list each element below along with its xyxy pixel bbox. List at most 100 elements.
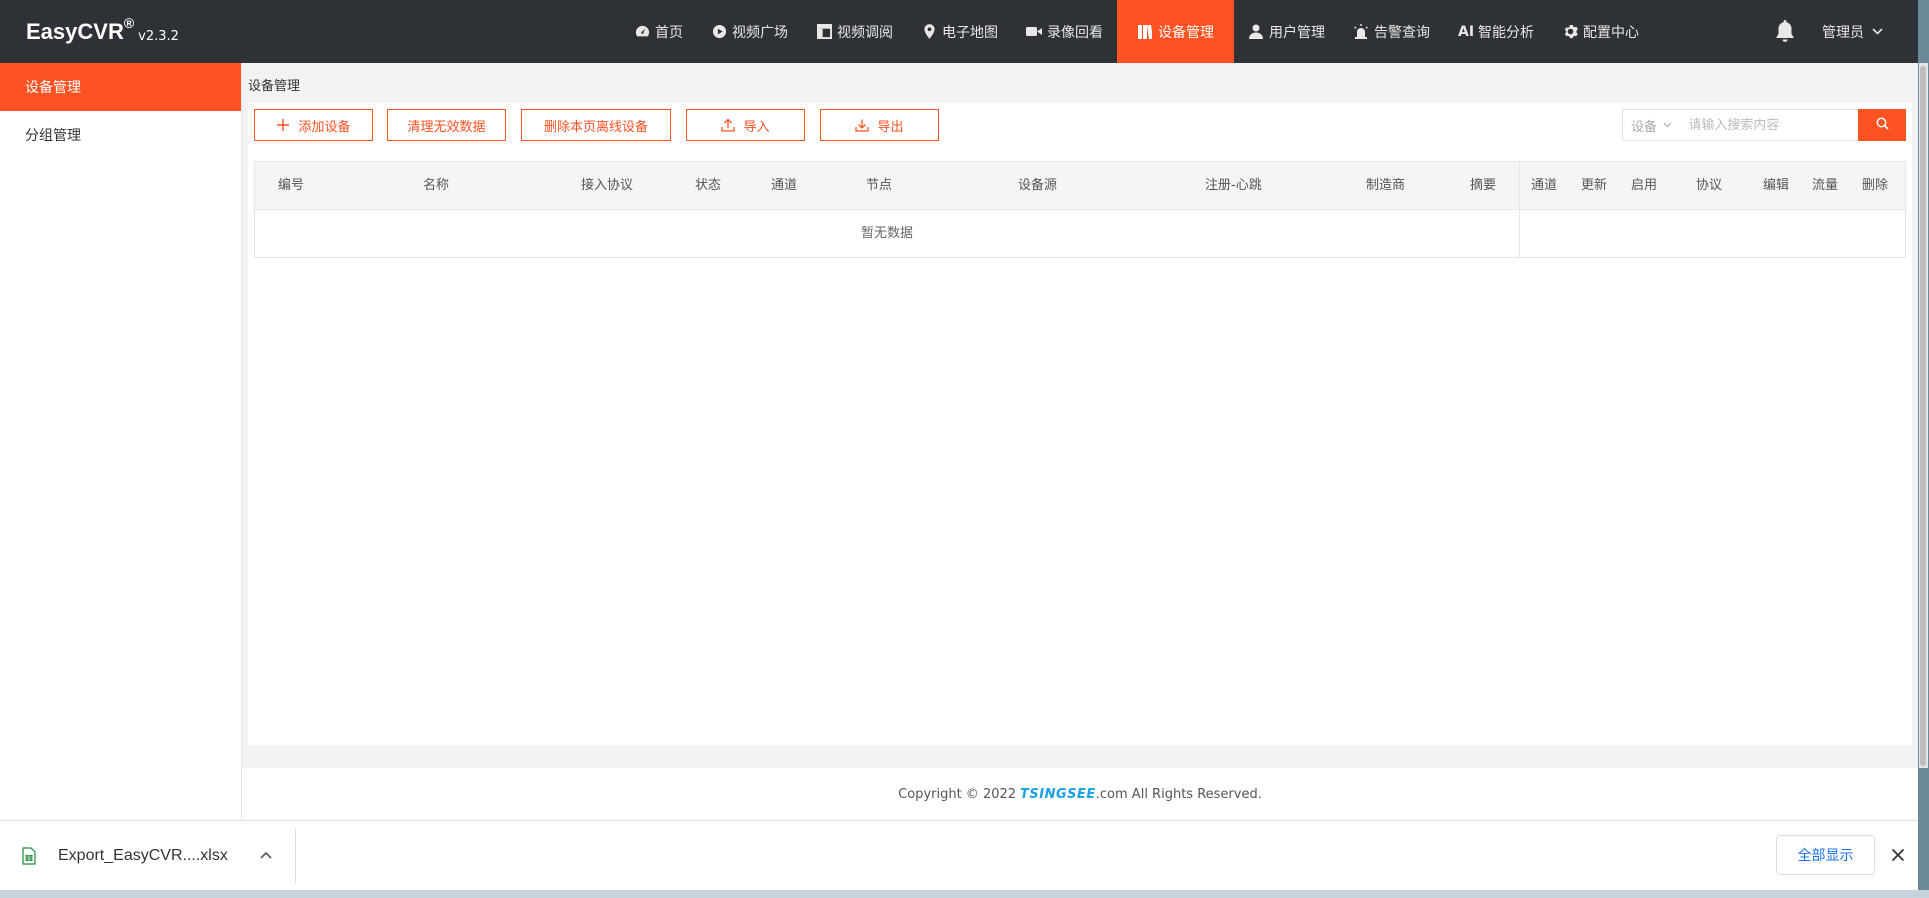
nav-label: 视频广场 [732,24,788,41]
chevron-down-icon [1872,25,1883,38]
device-panel: 添加设备 清理无效数据 删除本页离线设备 导入 导出 设备 请输入搜索内容 编号… [248,103,1912,745]
sidebar-item-group-management[interactable]: 分组管理 [0,111,241,159]
column-header-status[interactable]: 状态 [695,162,721,210]
video-camera-icon [1026,24,1042,40]
table-header: 编号 名称 接入协议 状态 通道 节点 设备源 注册-心跳 制造商 摘要 通道 … [255,162,1905,210]
nav-label: 录像回看 [1047,24,1103,41]
chevron-down-icon [1663,120,1672,131]
user-menu[interactable]: 管理员 [1822,0,1883,63]
nav-item-device-management[interactable]: 设备管理 [1117,0,1234,63]
column-header-id[interactable]: 编号 [278,162,304,210]
nav-item-playback[interactable]: 录像回看 [1012,0,1117,63]
import-button[interactable]: 导入 [686,109,805,141]
bell-icon[interactable] [1775,20,1797,42]
fixed-columns-divider [1519,162,1520,257]
device-columns-icon [1137,24,1153,40]
button-label: 添加设备 [298,119,351,135]
main-content: 设备管理 添加设备 清理无效数据 删除本页离线设备 导入 导出 设备 请输入搜索… [242,63,1918,768]
close-icon[interactable] [1886,843,1910,867]
spreadsheet-file-icon [22,847,36,865]
nav-label: 告警查询 [1374,24,1430,41]
table-empty-text: 暂无数据 [860,226,913,241]
nav-item-ai-analysis[interactable]: AI 智能分析 [1444,0,1548,63]
alarm-icon [1353,24,1369,40]
search-input[interactable] [1684,110,1859,140]
device-table: 编号 名称 接入协议 状态 通道 节点 设备源 注册-心跳 制造商 摘要 通道 … [254,161,1906,258]
search-button[interactable] [1858,109,1906,141]
column-header-delete: 删除 [1862,178,1889,193]
upload-icon [721,118,736,132]
column-header-fixed-protocol: 协议 [1696,178,1723,193]
add-device-button[interactable]: 添加设备 [254,109,373,141]
sidebar-item-device-management[interactable]: 设备管理 [0,63,241,111]
main-nav: 首页 视频广场 视频调阅 电子地图 录像回看 设备管理 用户管理 告警查询 AI… [620,0,1653,63]
column-header-fixed-channel: 通道 [1531,178,1558,193]
nav-label: 视频调阅 [837,24,893,41]
nav-label: 用户管理 [1269,24,1325,41]
play-circle-icon [711,24,727,40]
nav-item-video-review[interactable]: 视频调阅 [802,0,907,63]
gear-icon [1562,24,1578,40]
column-header-node[interactable]: 节点 [866,162,892,210]
version-label: v2.3.2 [138,29,179,44]
nav-item-user-management[interactable]: 用户管理 [1234,0,1339,63]
desktop-taskbar-edge [0,890,1929,898]
column-header-summary[interactable]: 摘要 [1470,162,1496,210]
column-header-manufacturer[interactable]: 制造商 [1366,162,1405,210]
delete-offline-devices-button[interactable]: 删除本页离线设备 [521,109,671,141]
user-name: 管理员 [1822,24,1864,41]
nav-item-emap[interactable]: 电子地图 [907,0,1012,63]
export-button[interactable]: 导出 [820,109,939,141]
scrollbar-thumb[interactable] [1920,66,1926,766]
search-box: 设备 [1622,109,1906,141]
nav-label: 电子地图 [942,24,998,41]
column-header-enable: 启用 [1631,178,1658,193]
layout-grid-icon [816,24,832,40]
nav-item-home[interactable]: 首页 [620,0,697,63]
map-pin-icon [921,24,937,40]
window-scrollbar[interactable] [1918,0,1929,898]
download-icon [855,118,870,132]
top-nav-bar: EasyCVR® v2.3.2 首页 视频广场 视频调阅 电子地图 录像回看 设… [0,0,1918,63]
copyright-prefix: Copyright © 2022 [898,786,1017,802]
nav-label: 智能分析 [1478,24,1535,41]
show-all-downloads-button[interactable]: 全部显示 [1776,835,1875,875]
column-header-update: 更新 [1581,178,1608,193]
page-footer: Copyright © 2022 TSINGSEE .com All Right… [242,768,1918,820]
nav-label: 设备管理 [1158,24,1214,41]
download-separator [295,829,296,883]
column-header-channel[interactable]: 通道 [771,162,797,210]
brand-logo[interactable]: EasyCVR® v2.3.2 [26,0,179,63]
chevron-up-icon[interactable] [256,845,276,865]
dashboard-icon [634,24,650,40]
nav-item-config-center[interactable]: 配置中心 [1548,0,1653,63]
plus-icon [276,118,290,132]
search-scope-value: 设备 [1631,119,1658,135]
button-label: 删除本页离线设备 [543,119,648,135]
nav-item-alarm-query[interactable]: 告警查询 [1339,0,1444,63]
download-file-name: Export_EasyCVR....xlsx [58,847,228,864]
nav-item-video-square[interactable]: 视频广场 [697,0,802,63]
download-bar: Export_EasyCVR....xlsx 全部显示 [0,820,1918,890]
button-label: 清理无效数据 [407,119,486,135]
button-label: 导入 [743,119,770,135]
column-header-traffic: 流量 [1812,178,1839,193]
column-header-register-heartbeat[interactable]: 注册-心跳 [1205,162,1262,210]
column-header-device-source[interactable]: 设备源 [1018,162,1057,210]
sidebar-item-label: 分组管理 [25,128,81,144]
column-header-edit: 编辑 [1763,178,1790,193]
copyright-suffix: .com All Rights Reserved. [1095,786,1262,802]
sidebar: 设备管理 分组管理 [0,63,242,820]
brand-name: EasyCVR® [26,14,135,44]
column-header-protocol[interactable]: 接入协议 [581,162,633,210]
ai-icon: AI [1458,23,1475,40]
column-header-name[interactable]: 名称 [423,162,449,210]
nav-label: 首页 [655,24,683,41]
user-icon [1248,24,1264,40]
tsingsee-logo[interactable]: TSINGSEE [1020,787,1096,802]
button-label: 导出 [877,119,904,135]
nav-label: 配置中心 [1583,24,1640,41]
download-item[interactable]: Export_EasyCVR....xlsx [22,821,228,891]
search-scope-select[interactable]: 设备 [1623,110,1684,140]
clean-invalid-data-button[interactable]: 清理无效数据 [387,109,506,141]
